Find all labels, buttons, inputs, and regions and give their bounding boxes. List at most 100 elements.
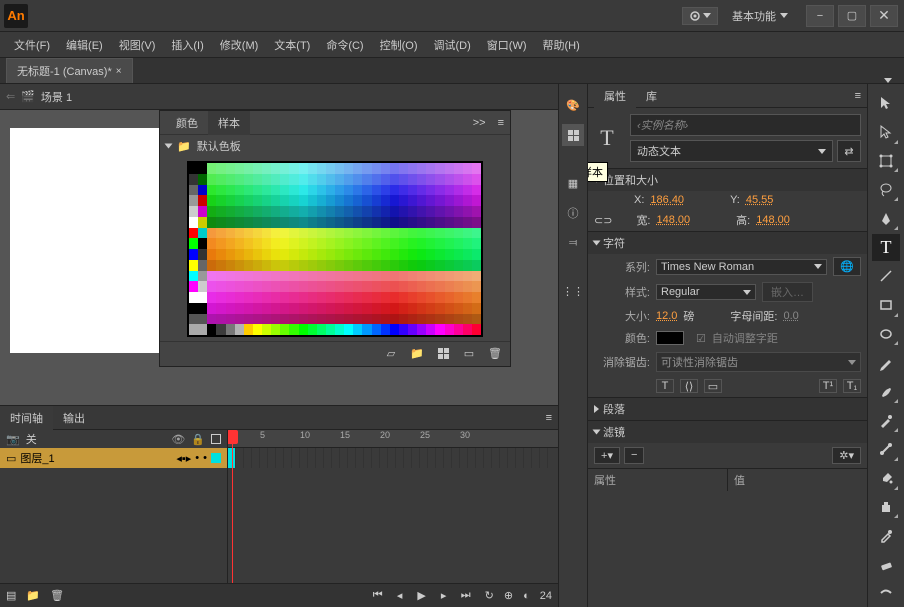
play-icon[interactable]: ▶ xyxy=(413,588,431,604)
swatch[interactable] xyxy=(189,185,198,196)
eyedropper-tool[interactable] xyxy=(872,522,900,549)
swatch[interactable] xyxy=(207,303,216,314)
swatch[interactable] xyxy=(472,238,481,249)
swatch[interactable] xyxy=(399,260,408,271)
swatch[interactable] xyxy=(317,271,326,282)
swatch[interactable] xyxy=(189,163,198,174)
eraser-tool[interactable] xyxy=(872,551,900,578)
frame-cell[interactable] xyxy=(444,448,452,468)
swatch[interactable] xyxy=(362,303,371,314)
swatch[interactable] xyxy=(417,195,426,206)
swatch[interactable] xyxy=(372,238,381,249)
swatch[interactable] xyxy=(235,271,244,282)
swatch[interactable] xyxy=(335,238,344,249)
swatch[interactable] xyxy=(226,174,235,185)
frame-cell[interactable] xyxy=(476,448,484,468)
swatch[interactable] xyxy=(235,217,244,228)
swatch[interactable] xyxy=(417,281,426,292)
swatch[interactable] xyxy=(353,324,362,335)
swatch[interactable] xyxy=(235,238,244,249)
swatch[interactable] xyxy=(362,195,371,206)
swatch[interactable] xyxy=(399,303,408,314)
swatch[interactable] xyxy=(472,163,481,174)
instance-name-input[interactable]: ‹实例名称› xyxy=(630,114,861,136)
swatch[interactable] xyxy=(262,292,271,303)
swatch[interactable] xyxy=(362,206,371,217)
swatch[interactable] xyxy=(463,238,472,249)
swatch[interactable] xyxy=(216,303,225,314)
antialias-dropdown[interactable]: 可读性消除锯齿 xyxy=(656,352,861,372)
swatch[interactable] xyxy=(317,238,326,249)
workspace-selector[interactable]: 基本功能 xyxy=(726,6,794,26)
swatch[interactable] xyxy=(390,238,399,249)
swatch[interactable] xyxy=(326,281,335,292)
swatch[interactable] xyxy=(189,228,198,239)
swatch[interactable] xyxy=(408,314,417,325)
font-size-value[interactable]: 12.0 xyxy=(656,310,677,322)
swatch[interactable] xyxy=(399,174,408,185)
swatch[interactable] xyxy=(271,185,280,196)
swatch[interactable] xyxy=(463,314,472,325)
swatch[interactable] xyxy=(299,281,308,292)
swatch[interactable] xyxy=(198,217,207,228)
swatch[interactable] xyxy=(189,260,198,271)
swatch[interactable] xyxy=(271,228,280,239)
swatch[interactable] xyxy=(417,174,426,185)
swatch[interactable] xyxy=(353,238,362,249)
frame-cell[interactable] xyxy=(380,448,388,468)
doc-overflow-icon[interactable] xyxy=(884,78,892,83)
swatch[interactable] xyxy=(381,292,390,303)
swatch[interactable] xyxy=(390,195,399,206)
frame-cell[interactable] xyxy=(404,448,412,468)
swatch[interactable] xyxy=(381,206,390,217)
swatch[interactable] xyxy=(426,314,435,325)
swatch[interactable] xyxy=(253,281,262,292)
swatch[interactable] xyxy=(207,174,216,185)
swatch[interactable] xyxy=(271,195,280,206)
lasso-tool[interactable] xyxy=(872,176,900,203)
scene-clapper-icon[interactable]: 🎬 xyxy=(21,90,35,103)
swatch[interactable] xyxy=(417,163,426,174)
swatch[interactable] xyxy=(299,249,308,260)
swatch[interactable] xyxy=(390,249,399,260)
y-value[interactable]: 45.55 xyxy=(746,194,774,206)
frame-cell[interactable] xyxy=(244,448,252,468)
swatch[interactable] xyxy=(326,271,335,282)
tab-color[interactable]: 颜色 xyxy=(166,111,208,135)
swatch[interactable] xyxy=(408,195,417,206)
swatch[interactable] xyxy=(326,174,335,185)
swatch[interactable] xyxy=(426,217,435,228)
layer-row[interactable]: ▭ 图层_1 ◂▪▸ • • xyxy=(0,448,227,468)
swatch[interactable] xyxy=(372,303,381,314)
frame-cell[interactable] xyxy=(300,448,308,468)
swatch[interactable] xyxy=(262,185,271,196)
swatch[interactable] xyxy=(198,271,207,282)
swatch[interactable] xyxy=(326,206,335,217)
swatch[interactable] xyxy=(280,260,289,271)
swatch[interactable] xyxy=(226,271,235,282)
swatch[interactable] xyxy=(216,324,225,335)
frame-cell[interactable] xyxy=(332,448,340,468)
swatch[interactable] xyxy=(317,281,326,292)
swatch[interactable] xyxy=(362,271,371,282)
swatch[interactable] xyxy=(226,195,235,206)
swatch[interactable] xyxy=(326,303,335,314)
swatch[interactable] xyxy=(390,260,399,271)
panel-menu-icon[interactable]: ≡ xyxy=(849,90,867,102)
swatch[interactable] xyxy=(244,324,253,335)
menu-插入(I)[interactable]: 插入(I) xyxy=(163,34,211,56)
swatch[interactable] xyxy=(235,324,244,335)
swatch[interactable] xyxy=(408,324,417,335)
menu-修改(M)[interactable]: 修改(M) xyxy=(212,34,267,56)
swatch[interactable] xyxy=(226,314,235,325)
swatch[interactable] xyxy=(244,195,253,206)
swatch[interactable] xyxy=(253,271,262,282)
swatch[interactable] xyxy=(408,217,417,228)
swatch[interactable] xyxy=(399,185,408,196)
swatch[interactable] xyxy=(435,185,444,196)
swatch[interactable] xyxy=(280,281,289,292)
swatch[interactable] xyxy=(335,281,344,292)
document-tab[interactable]: 无标题-1 (Canvas)* × xyxy=(6,58,133,83)
tab-swatches[interactable]: 样本 xyxy=(208,111,250,135)
frame-cell[interactable] xyxy=(324,448,332,468)
